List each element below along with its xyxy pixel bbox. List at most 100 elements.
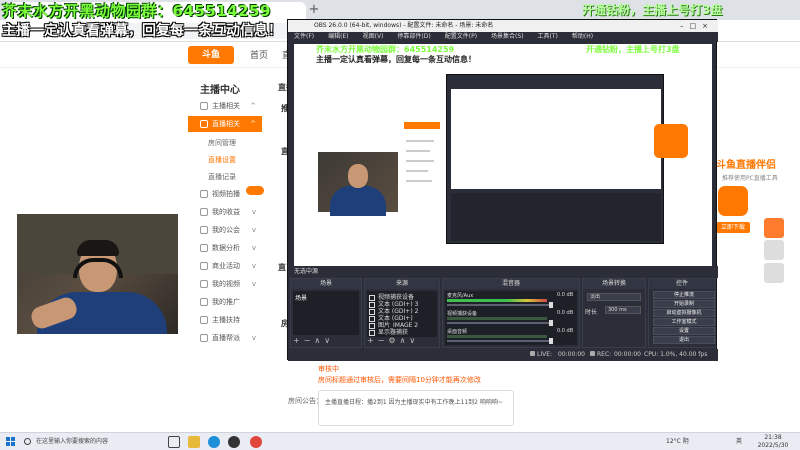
source-toolbar: 无选中源 xyxy=(288,266,718,278)
ime-indicator[interactable]: 英 xyxy=(736,436,742,448)
sidebar-item-live[interactable]: 直播相关 ^ xyxy=(188,116,262,132)
dock-title: 控件 xyxy=(649,279,715,289)
sidebar-item-promo[interactable]: 我的推广 xyxy=(188,294,262,310)
taskbar: 在这里输入你要搜索的内容 12°C 阴 英 21:38 2022/5/30 xyxy=(0,432,800,450)
new-tab-icon[interactable]: + xyxy=(306,2,322,18)
sidebar-item-myvideo[interactable]: 我的视频 v xyxy=(188,276,262,292)
source-item[interactable]: 显示器捕获 xyxy=(369,327,408,336)
system-clock[interactable]: 21:38 2022/5/30 xyxy=(752,434,794,450)
sidebar-sub-settings[interactable]: 直播设置 xyxy=(208,155,236,165)
window-controls[interactable]: –□× xyxy=(680,20,714,32)
event-icon xyxy=(200,262,208,270)
menu-file[interactable]: 文件(F) xyxy=(294,33,314,40)
support-icon xyxy=(200,316,208,324)
volume-slider[interactable] xyxy=(447,304,551,306)
source-controls[interactable]: +−⚙∧∨ xyxy=(367,336,419,345)
obs-preview[interactable]: 芥末水方开黑动物园群：645514259 主播一定认真看弹幕，回复每一条互动信息… xyxy=(294,44,712,266)
scenes-list[interactable]: 场景 xyxy=(293,291,359,335)
preview-promo-icon xyxy=(654,124,688,158)
menu-docks[interactable]: 停靠部件(D) xyxy=(397,33,430,40)
chrome-icon[interactable] xyxy=(250,436,262,448)
preview-line xyxy=(406,180,432,182)
volume-knob[interactable] xyxy=(549,338,553,344)
stop-streaming-button[interactable]: 停止推流 xyxy=(653,291,715,299)
sidebar-item-gang[interactable]: 直播帮派 v xyxy=(188,330,262,346)
chevron-down-icon: v xyxy=(251,208,256,216)
download-button[interactable]: 立即下载 xyxy=(716,222,750,233)
nav-home[interactable]: 首页 xyxy=(250,48,268,61)
notice-textarea[interactable]: 主播直播日程：播2到1 因为主播现实中有工作晚上11到2 响响响~ xyxy=(318,390,514,426)
studio-mode-button[interactable]: 工作室模式 xyxy=(653,318,715,326)
volume-knob[interactable] xyxy=(549,320,553,326)
preview-line xyxy=(406,150,430,152)
video-icon xyxy=(200,190,208,198)
nested-preview xyxy=(451,89,661,189)
preview-site-sidebar xyxy=(400,74,440,264)
guild-icon xyxy=(200,226,208,234)
sidebar-sub-room[interactable]: 房间管理 xyxy=(208,138,236,148)
preview-webcam xyxy=(318,152,398,216)
scenes-dock: 场景 场景 +−∧∨ xyxy=(290,278,362,348)
webcam-overlay xyxy=(17,214,178,334)
monitor-icon xyxy=(369,329,375,336)
float-home-icon[interactable] xyxy=(764,240,784,260)
section-title: 直 xyxy=(278,263,286,272)
mixer-dock: 混音器 麦克风/Aux 0.0 dB 视频捕获设备 0.0 dB 桌面音频 0.… xyxy=(442,278,580,348)
mixer-track-name: 视频捕获设备 xyxy=(447,311,478,317)
scene-item[interactable]: 场景 xyxy=(295,293,307,302)
sidebar-item-video[interactable]: 视频拍播 xyxy=(188,186,262,202)
sidebar-sub-records[interactable]: 直播记录 xyxy=(208,172,236,182)
settings-button[interactable]: 设置 xyxy=(653,327,715,335)
taskbar-search-input[interactable]: 在这里输入你要搜索的内容 xyxy=(24,436,154,448)
start-recording-button[interactable]: 开始录制 xyxy=(653,300,715,308)
virtual-camera-button[interactable]: 启动虚拟摄像机 xyxy=(653,309,715,317)
obs-window: OBS 26.0.0 (64-bit, windows) - 配置文件: 未命名… xyxy=(287,19,718,361)
live-indicator: LIVE: xyxy=(530,349,552,361)
overlay-group-text: 芥末水方开黑动物园群：645514259 xyxy=(2,2,271,20)
task-view-icon[interactable] xyxy=(168,436,180,448)
edge-icon[interactable] xyxy=(208,436,220,448)
chevron-down-icon: v xyxy=(251,262,256,270)
scene-controls[interactable]: +−∧∨ xyxy=(293,336,334,345)
audio-meter xyxy=(447,317,547,320)
duration-input[interactable]: 300 ms xyxy=(605,306,641,314)
transition-select[interactable]: 淡出 xyxy=(587,293,641,301)
menu-edit[interactable]: 编辑(E) xyxy=(328,33,348,40)
float-gift-icon[interactable] xyxy=(764,218,784,238)
menu-view[interactable]: 视图(V) xyxy=(363,33,384,40)
volume-slider[interactable] xyxy=(447,322,551,324)
menu-tools[interactable]: 工具(T) xyxy=(538,33,558,40)
sidebar-item-events[interactable]: 商业活动 v xyxy=(188,258,262,274)
douyu-logo[interactable]: 斗鱼 xyxy=(188,46,234,64)
weather-status[interactable]: 12°C 阴 xyxy=(666,436,689,448)
mixer-track-name: 麦克风/Aux xyxy=(447,293,474,299)
dock-title: 混音器 xyxy=(443,279,579,289)
menu-profile[interactable]: 配置文件(P) xyxy=(445,33,477,40)
volume-slider[interactable] xyxy=(447,340,551,342)
live-time: 00:00:00 xyxy=(558,351,585,358)
preview-line xyxy=(406,160,434,162)
sidebar-item-income[interactable]: 我的收益 v xyxy=(188,204,262,220)
sources-list[interactable]: 视频捕获设备 文本 (GDI+) 3 文本 (GDI+) 2 文本 (GDI+)… xyxy=(367,291,437,337)
menu-help[interactable]: 帮助(H) xyxy=(572,33,593,40)
sidebar-item-support[interactable]: 主播扶持 xyxy=(188,312,262,328)
menu-scenecollection[interactable]: 场景集合(S) xyxy=(491,33,524,40)
chart-icon xyxy=(200,244,208,252)
sidebar-item-data[interactable]: 数据分析 v xyxy=(188,240,262,256)
user-icon xyxy=(200,102,208,110)
volume-knob[interactable] xyxy=(549,302,553,308)
float-app-icon[interactable] xyxy=(764,263,784,283)
obs-taskbar-icon[interactable] xyxy=(228,436,240,448)
audio-meter xyxy=(447,335,547,338)
mixer-track-db: 0.0 dB xyxy=(557,292,574,298)
live-icon xyxy=(530,351,535,356)
exit-button[interactable]: 退出 xyxy=(653,336,715,344)
sidebar-item-guild[interactable]: 我的公会 v xyxy=(188,222,262,238)
rec-time: 00:00:00 xyxy=(614,351,641,358)
rec-icon xyxy=(590,351,595,356)
file-explorer-icon[interactable] xyxy=(188,436,200,448)
windows-start-icon[interactable] xyxy=(6,437,16,447)
sidebar-item-anchor[interactable]: 主播相关 ^ xyxy=(188,98,262,114)
controls-dock: 控件 停止推流 开始录制 启动虚拟摄像机 工作室模式 设置 退出 xyxy=(648,278,716,348)
streamer-hair xyxy=(77,240,119,256)
